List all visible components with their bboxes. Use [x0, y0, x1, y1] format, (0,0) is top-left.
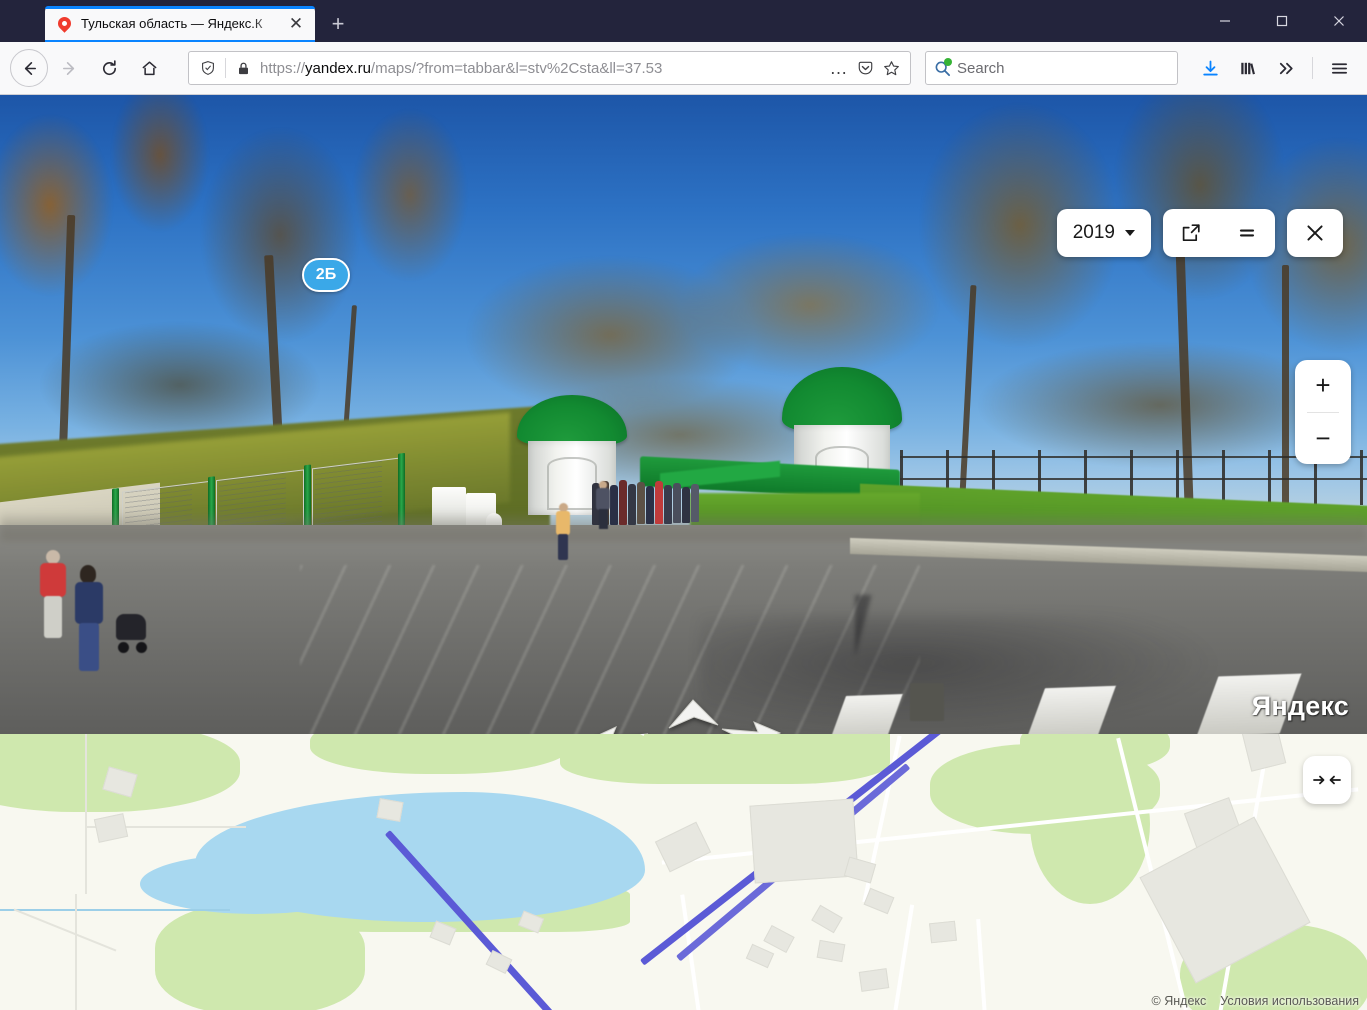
yandex-watermark: Яндекс	[1251, 691, 1349, 721]
title-bar: Тульская область — Яндекс.К ✕ +	[0, 0, 1367, 42]
page-content: 2Б 2019 + − Яндекс © Яндекс Условия испо…	[0, 95, 1367, 1010]
url-text[interactable]: https://yandex.ru/maps/?from=tabbar&l=st…	[256, 60, 826, 77]
pedestrian	[72, 565, 108, 677]
toolbar-divider	[1312, 57, 1313, 79]
terms-link[interactable]: Условия использования	[1220, 994, 1359, 1008]
path	[13, 908, 117, 952]
address-bar[interactable]: https://yandex.ru/maps/?from=tabbar&l=st…	[188, 51, 911, 85]
download-icon[interactable]	[1192, 50, 1228, 86]
park-area	[560, 734, 890, 784]
year-selector[interactable]: 2019	[1056, 209, 1151, 257]
map-copyright: © Яндекс Условия использования	[1152, 994, 1359, 1008]
url-path: /maps/?from=tabbar&l=stv%2Csta&ll=37.53	[370, 59, 663, 77]
chevron-double-right-icon[interactable]	[1268, 50, 1304, 86]
collapse-panel-button[interactable]	[1303, 756, 1351, 804]
path	[85, 734, 87, 894]
pond-water	[140, 854, 370, 914]
url-host: yandex.ru	[305, 59, 371, 77]
address-badge[interactable]: 2Б	[302, 258, 350, 292]
building	[654, 821, 712, 873]
tab-close-icon[interactable]: ✕	[283, 11, 309, 37]
search-bar[interactable]: Search	[925, 51, 1178, 85]
park-area	[310, 734, 570, 774]
building	[745, 943, 775, 969]
padlock-icon[interactable]	[230, 55, 256, 81]
browser-toolbar-icons	[1192, 50, 1357, 86]
url-protocol: https://	[260, 59, 306, 77]
window-controls	[1196, 0, 1367, 42]
year-value: 2019	[1072, 222, 1115, 243]
road	[976, 918, 988, 1010]
zoom-in-button[interactable]: +	[1295, 360, 1351, 412]
panorama-nav-arrows[interactable]	[580, 693, 790, 734]
close-panorama-button[interactable]	[1287, 209, 1343, 257]
building	[1241, 734, 1287, 772]
search-icon	[934, 57, 952, 77]
stroller	[116, 610, 152, 662]
pedestrian	[596, 481, 610, 529]
building	[816, 939, 846, 963]
pedestrian	[554, 503, 572, 561]
copyright-text: © Яндекс	[1151, 994, 1207, 1008]
zoom-controls: + −	[1295, 360, 1351, 464]
panorama-controls: 2019	[1056, 209, 1343, 257]
browser-tab[interactable]: Тульская область — Яндекс.К ✕	[45, 6, 315, 42]
close-icon[interactable]	[1310, 0, 1367, 42]
tab-strip: Тульская область — Яндекс.К ✕ +	[0, 0, 351, 42]
hamburger-menu-icon[interactable]	[1321, 50, 1357, 86]
close-icon[interactable]	[1287, 209, 1343, 257]
sign-shadow	[910, 683, 944, 721]
tab-title: Тульская область — Яндекс.К	[81, 16, 263, 31]
map-pin-icon	[55, 14, 74, 33]
maximize-icon[interactable]	[1253, 0, 1310, 42]
browser-window: Тульская область — Яндекс.К ✕ + https://…	[0, 0, 1367, 1010]
stream	[0, 909, 230, 911]
minimize-icon[interactable]	[1196, 0, 1253, 42]
pedestrian	[36, 550, 70, 645]
navigation-toolbar: https://yandex.ru/maps/?from=tabbar&l=st…	[0, 42, 1367, 95]
shield-icon[interactable]	[195, 55, 221, 81]
building	[376, 798, 404, 822]
path	[75, 894, 77, 1010]
share-icon[interactable]	[1163, 209, 1219, 257]
map-panel[interactable]: ▦ ☕ ◆ ▣ ⚘ Большой пруд Прешпект Ясная По…	[0, 734, 1367, 1010]
collapse-panel-icon	[1313, 775, 1341, 785]
back-arrow-icon[interactable]	[10, 49, 48, 87]
zoom-out-button[interactable]: −	[1295, 413, 1351, 465]
reload-icon[interactable]	[90, 49, 128, 87]
arrow-forward-icon[interactable]	[666, 698, 720, 730]
forward-arrow-icon[interactable]	[50, 49, 88, 87]
building	[811, 904, 843, 934]
building	[763, 924, 795, 954]
road	[889, 904, 915, 1010]
search-input[interactable]: Search	[957, 60, 1005, 77]
panorama-action-group	[1163, 209, 1275, 257]
divider	[225, 58, 226, 78]
arrow-right-icon[interactable]	[720, 719, 782, 734]
arrow-left-icon[interactable]	[588, 723, 650, 734]
page-actions-icon[interactable]: …	[826, 55, 852, 81]
library-icon[interactable]	[1230, 50, 1266, 86]
building	[858, 968, 890, 992]
street-panorama-viewer[interactable]: 2Б 2019 + − Яндекс	[0, 95, 1367, 734]
building	[929, 920, 957, 944]
building	[93, 813, 129, 843]
building	[863, 887, 895, 915]
equals-icon[interactable]	[1219, 209, 1275, 257]
pocket-icon[interactable]	[852, 55, 878, 81]
new-tab-button[interactable]: +	[325, 11, 351, 37]
star-icon[interactable]	[878, 55, 904, 81]
chevron-down-icon	[1125, 230, 1135, 236]
home-icon[interactable]	[130, 49, 168, 87]
building	[749, 798, 859, 884]
